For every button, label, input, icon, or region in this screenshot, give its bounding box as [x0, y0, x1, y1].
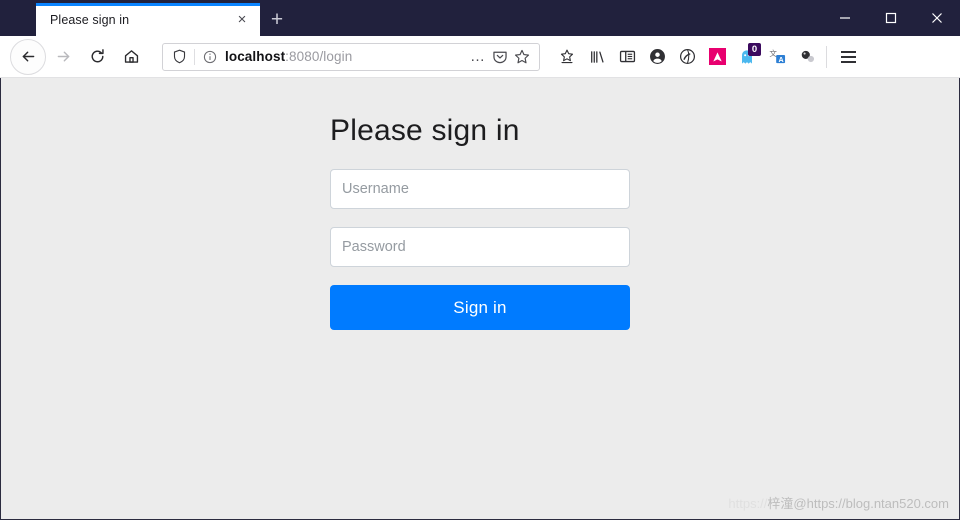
- close-button[interactable]: [914, 0, 960, 36]
- toolbar-icons: 0 文 A: [552, 41, 863, 73]
- url-host: localhost: [225, 49, 286, 64]
- page-title: Please sign in: [330, 114, 520, 147]
- navigation-toolbar: localhost:8080/login … 0 文 A: [0, 36, 960, 78]
- reload-button-icon[interactable]: [80, 40, 114, 74]
- address-bar[interactable]: localhost:8080/login …: [162, 42, 540, 71]
- svg-text:A: A: [778, 56, 783, 64]
- translate-icon[interactable]: 文 A: [762, 41, 792, 73]
- extension-molecule-icon[interactable]: [792, 41, 822, 73]
- pocket-icon[interactable]: [489, 46, 511, 68]
- forward-button-icon[interactable]: [46, 40, 80, 74]
- back-button-icon[interactable]: [10, 38, 46, 75]
- username-input[interactable]: [330, 169, 630, 209]
- app-menu-button[interactable]: [833, 41, 863, 73]
- title-bar: Please sign in × +: [0, 0, 960, 36]
- url-path: :8080/login: [285, 49, 353, 64]
- pocket-star-icon[interactable]: [552, 41, 582, 73]
- page-viewport: Please sign in Sign in https://梓潼@https:…: [0, 78, 960, 520]
- extension-arrow-glyph: [708, 48, 726, 65]
- tab-please-sign-in[interactable]: Please sign in ×: [36, 3, 260, 36]
- sign-in-button[interactable]: Sign in: [330, 285, 630, 330]
- hamburger-icon: [840, 50, 856, 63]
- password-input[interactable]: [330, 227, 630, 267]
- tab-strip: Please sign in × +: [0, 0, 294, 36]
- maximize-button[interactable]: [868, 0, 914, 36]
- page-actions-icon[interactable]: …: [467, 46, 489, 68]
- address-bar-divider: [194, 48, 195, 65]
- close-tab-icon[interactable]: ×: [232, 10, 252, 30]
- bookmark-star-icon[interactable]: [511, 46, 533, 68]
- browser-window: Please sign in × + localhost:8080/login …: [0, 0, 960, 520]
- library-icon[interactable]: [582, 41, 612, 73]
- extension-circle-icon[interactable]: [672, 41, 702, 73]
- tab-title: Please sign in: [50, 12, 130, 27]
- account-icon[interactable]: [642, 41, 672, 73]
- tracking-protection-shield-icon[interactable]: [170, 49, 189, 64]
- new-tab-button[interactable]: +: [260, 3, 294, 36]
- sign-in-form: Please sign in Sign in: [330, 78, 630, 330]
- page-info-icon[interactable]: [202, 50, 218, 64]
- home-button-icon[interactable]: [114, 40, 148, 74]
- watermark: https://梓潼@https://blog.ntan520.com: [728, 493, 949, 512]
- extension-ghost-icon[interactable]: 0: [732, 41, 762, 73]
- extension-arrow-icon[interactable]: [702, 41, 732, 73]
- extension-badge-count: 0: [748, 42, 761, 56]
- sidebar-icon[interactable]: [612, 41, 642, 73]
- url-text[interactable]: localhost:8080/login: [225, 49, 467, 64]
- watermark-prefix: https://: [728, 496, 768, 511]
- minimize-button[interactable]: [822, 0, 868, 36]
- window-controls: [822, 0, 960, 36]
- toolbar-divider: [826, 45, 827, 68]
- watermark-text: 梓潼@https://blog.ntan520.com: [767, 496, 949, 511]
